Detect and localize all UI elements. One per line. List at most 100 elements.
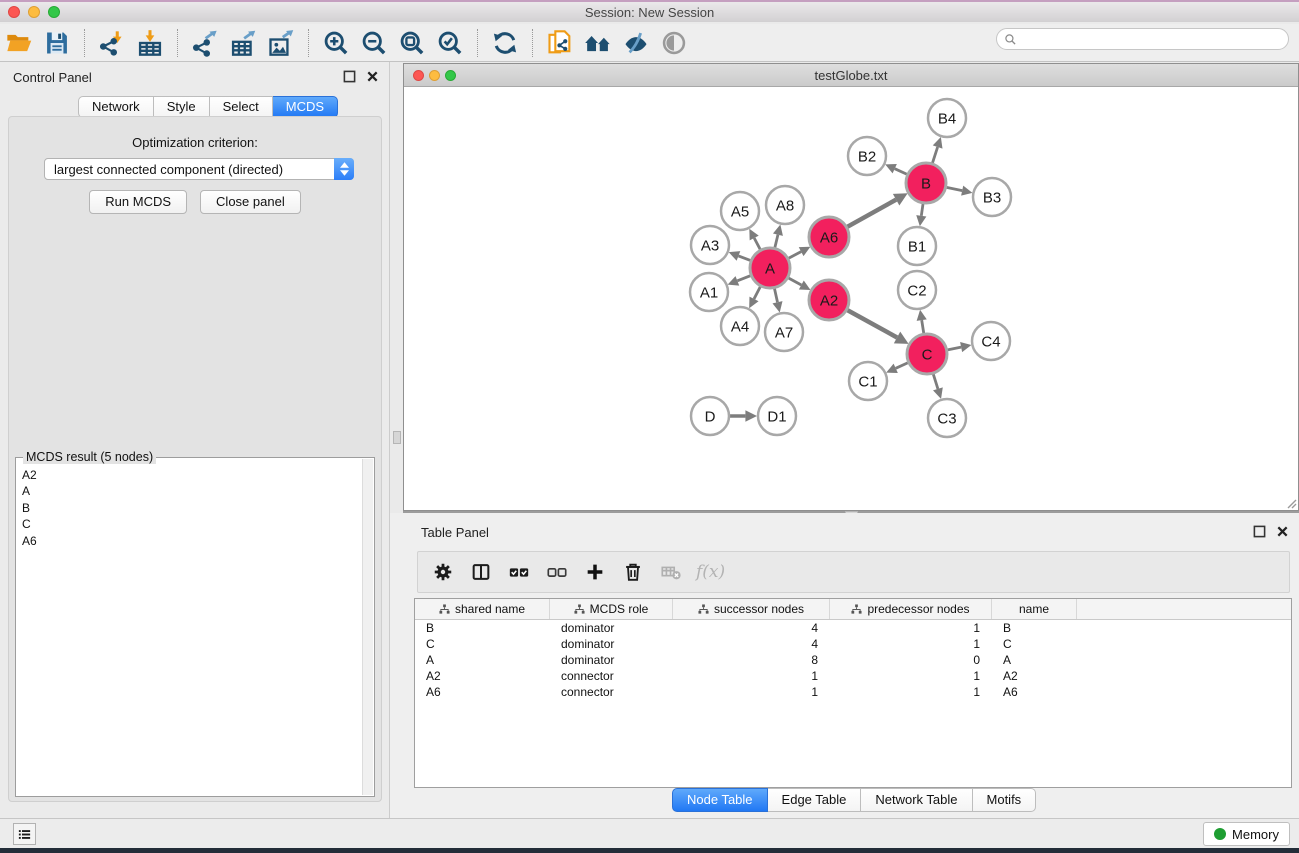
clone-network-button[interactable] xyxy=(543,27,577,59)
graph-node-A6[interactable]: A6 xyxy=(809,217,849,257)
float-panel-icon[interactable] xyxy=(343,70,356,83)
graph-node-A1[interactable]: A1 xyxy=(690,273,728,311)
import-table-button[interactable] xyxy=(133,27,167,59)
graph-node-C1[interactable]: C1 xyxy=(849,362,887,400)
tab-select[interactable]: Select xyxy=(210,96,273,118)
column-header-successor-nodes[interactable]: successor nodes xyxy=(673,599,830,619)
graph-edge-A6-B[interactable] xyxy=(847,193,907,227)
table-tab-motifs[interactable]: Motifs xyxy=(973,788,1037,812)
memory-button[interactable]: Memory xyxy=(1203,822,1290,846)
criterion-select[interactable]: largest connected component (directed) xyxy=(44,158,354,180)
mcds-result-item[interactable]: A2 xyxy=(22,467,362,483)
network-zoom-button[interactable] xyxy=(445,70,456,81)
vertical-splitter-handle[interactable] xyxy=(393,431,401,444)
zoom-fit-button[interactable] xyxy=(395,27,429,59)
import-network-button[interactable] xyxy=(95,27,129,59)
table-tab-node-table[interactable]: Node Table xyxy=(672,788,768,812)
delete-table-button[interactable] xyxy=(654,555,688,589)
graph-node-C[interactable]: C xyxy=(907,334,947,374)
column-header-mcds-role[interactable]: MCDS role xyxy=(550,599,673,619)
graph-edge-B-B1[interactable] xyxy=(916,204,926,226)
column-header-predecessor-nodes[interactable]: predecessor nodes xyxy=(830,599,992,619)
column-header-name[interactable]: name xyxy=(992,599,1077,619)
close-window-button[interactable] xyxy=(8,6,20,18)
resize-grip-icon[interactable] xyxy=(1285,497,1297,509)
hide-panels-button[interactable] xyxy=(619,27,653,59)
table-row[interactable]: A6connector11A6 xyxy=(415,684,1291,700)
network-window-titlebar[interactable]: testGlobe.txt xyxy=(404,64,1298,87)
graph-edge-A-A5[interactable] xyxy=(749,229,760,250)
zoom-window-button[interactable] xyxy=(48,6,60,18)
graph-edge-A2-C[interactable] xyxy=(847,310,908,344)
graph-edge-C-C3[interactable] xyxy=(933,374,943,399)
graph-node-D[interactable]: D xyxy=(691,397,729,435)
close-panel-button[interactable]: Close panel xyxy=(200,190,301,214)
network-close-button[interactable] xyxy=(413,70,424,81)
search-field[interactable] xyxy=(996,28,1289,50)
zoom-in-button[interactable] xyxy=(319,27,353,59)
graph-node-A8[interactable]: A8 xyxy=(766,186,804,224)
graph-node-B[interactable]: B xyxy=(906,163,946,203)
graph-node-A[interactable]: A xyxy=(750,248,790,288)
zoom-out-button[interactable] xyxy=(357,27,391,59)
minimize-window-button[interactable] xyxy=(28,6,40,18)
graph-edge-B-B3[interactable] xyxy=(947,186,973,196)
add-column-button[interactable] xyxy=(578,555,612,589)
graph-node-B2[interactable]: B2 xyxy=(848,137,886,175)
graph-edge-C-C2[interactable] xyxy=(917,310,927,333)
network-canvas[interactable]: B4B2BB3B1A5A8A3A6AA1A2A4A7C2C4CC1C3DD1 xyxy=(404,87,1298,510)
open-session-button[interactable] xyxy=(2,27,36,59)
graph-node-C4[interactable]: C4 xyxy=(972,322,1010,360)
mcds-result-item[interactable]: C xyxy=(22,516,362,532)
tab-mcds[interactable]: MCDS xyxy=(273,96,338,118)
select-all-button[interactable] xyxy=(502,555,536,589)
graph-node-A4[interactable]: A4 xyxy=(721,307,759,345)
task-history-button[interactable] xyxy=(13,823,36,845)
close-panel-icon[interactable] xyxy=(366,70,379,83)
export-network-button[interactable] xyxy=(188,27,222,59)
graph-edge-D-D1[interactable] xyxy=(730,410,757,422)
delete-column-button[interactable] xyxy=(616,555,650,589)
graph-edge-A-A2[interactable] xyxy=(788,278,810,290)
save-session-button[interactable] xyxy=(40,27,74,59)
table-row[interactable]: Bdominator41B xyxy=(415,620,1291,636)
graph-node-B3[interactable]: B3 xyxy=(973,178,1011,216)
close-panel-icon[interactable] xyxy=(1276,525,1289,538)
graph-node-A7[interactable]: A7 xyxy=(765,313,803,351)
export-image-button[interactable] xyxy=(264,27,298,59)
zoom-selected-button[interactable] xyxy=(433,27,467,59)
mcds-result-list[interactable]: A2ABCA6 xyxy=(16,459,362,795)
home-button[interactable] xyxy=(581,27,615,59)
float-panel-icon[interactable] xyxy=(1253,525,1266,538)
graph-edge-A-A4[interactable] xyxy=(749,287,760,309)
network-minimize-button[interactable] xyxy=(429,70,440,81)
tab-style[interactable]: Style xyxy=(154,96,210,118)
table-tab-edge-table[interactable]: Edge Table xyxy=(768,788,862,812)
table-row[interactable]: Adominator80A xyxy=(415,652,1291,668)
graph-edge-C-C4[interactable] xyxy=(948,342,972,352)
run-mcds-button[interactable]: Run MCDS xyxy=(89,190,187,214)
column-header-shared-name[interactable]: shared name xyxy=(415,599,550,619)
column-selector-button[interactable] xyxy=(464,555,498,589)
function-builder-button[interactable]: f(x) xyxy=(696,562,725,582)
graph-edge-A-A6[interactable] xyxy=(789,247,811,258)
table-row[interactable]: A2connector11A2 xyxy=(415,668,1291,684)
result-scrollbar[interactable] xyxy=(362,459,373,795)
search-input[interactable] xyxy=(1017,30,1288,48)
graph-edge-A-A1[interactable] xyxy=(728,276,751,286)
mcds-result-item[interactable]: A6 xyxy=(22,533,362,549)
graph-edge-A-A3[interactable] xyxy=(729,251,751,261)
table-row[interactable]: Cdominator41C xyxy=(415,636,1291,652)
graph-node-C2[interactable]: C2 xyxy=(898,271,936,309)
export-table-button[interactable] xyxy=(226,27,260,59)
table-options-button[interactable] xyxy=(426,555,460,589)
graph-node-D1[interactable]: D1 xyxy=(758,397,796,435)
deselect-all-button[interactable] xyxy=(540,555,574,589)
graph-node-B4[interactable]: B4 xyxy=(928,99,966,137)
graph-node-A2[interactable]: A2 xyxy=(809,280,849,320)
refresh-layout-button[interactable] xyxy=(488,27,522,59)
mcds-result-item[interactable]: A xyxy=(22,483,362,499)
graph-edge-A-A7[interactable] xyxy=(772,289,782,313)
graph-edge-B-B4[interactable] xyxy=(932,137,942,163)
graph-node-C3[interactable]: C3 xyxy=(928,399,966,437)
